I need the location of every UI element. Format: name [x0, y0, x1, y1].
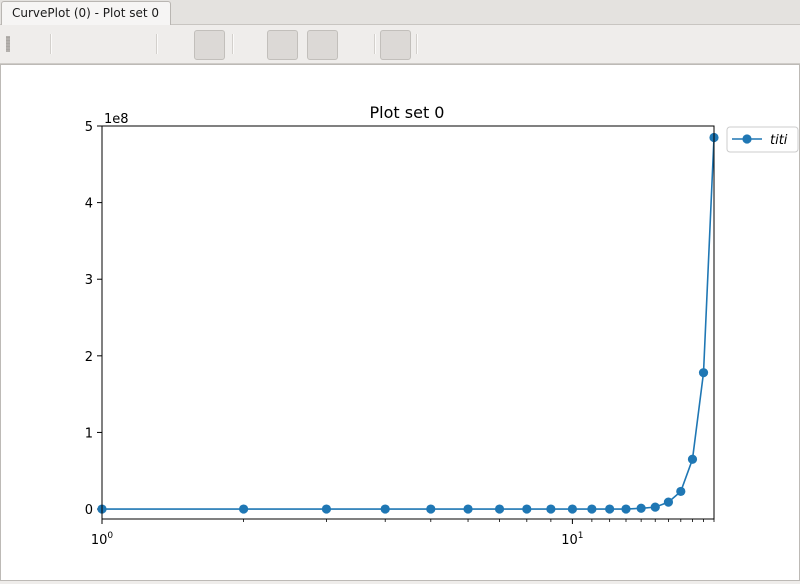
series-point-titi	[663, 497, 674, 507]
x-axis: 100 101	[91, 519, 715, 548]
series-point-titi	[687, 454, 698, 464]
toolbar-grip-handle[interactable]	[6, 36, 10, 52]
axes-frame	[101, 125, 715, 520]
x-tick-label: 101	[561, 531, 583, 548]
tab-curveplot[interactable]: CurvePlot (0) - Plot set 0	[1, 1, 171, 25]
curve-plot-chart: Plot set 0 1e8 100 101 0 1 2 3 4 5 titi	[85, 103, 799, 548]
legend: titi	[726, 126, 799, 153]
series-point-titi	[546, 504, 556, 514]
series-point-titi	[426, 504, 436, 514]
series-point-titi	[676, 486, 686, 497]
series-point-titi	[522, 504, 532, 514]
toolbar-separator	[416, 34, 418, 54]
series-point-titi	[698, 368, 709, 378]
toolbar-separator	[232, 34, 234, 54]
plot-canvas[interactable]: Plot set 0 1e8 100 101 0 1 2 3 4 5 titi	[1, 65, 799, 580]
plot-toolbar	[0, 25, 800, 64]
tab-bar: CurvePlot (0) - Plot set 0	[0, 0, 800, 25]
series-point-titi	[239, 504, 249, 514]
toolbar-separator	[50, 34, 52, 54]
y-tick-label: 1	[85, 426, 93, 441]
series-point-titi	[494, 504, 505, 514]
series-point-titi	[605, 504, 615, 514]
series-point-titi	[636, 503, 646, 513]
series-layer	[97, 132, 719, 514]
series-point-titi	[621, 504, 631, 514]
y-offset-label: 1e8	[104, 112, 129, 127]
y-tick-label: 5	[85, 120, 93, 135]
y-axis: 0 1 2 3 4 5	[85, 120, 102, 518]
toolbar-button-1[interactable]	[194, 30, 225, 60]
series-point-titi	[567, 504, 577, 514]
toolbar-separator	[156, 34, 158, 54]
y-tick-label: 2	[85, 350, 93, 365]
legend-marker	[742, 134, 752, 144]
toolbar-separator	[374, 34, 376, 54]
series-line-titi	[102, 137, 715, 510]
series-point-titi	[650, 502, 660, 512]
toolbar-button-4[interactable]	[380, 30, 411, 60]
y-tick-label: 3	[85, 273, 93, 288]
chart-title: Plot set 0	[370, 103, 445, 122]
legend-label: titi	[770, 133, 788, 148]
y-tick-label: 4	[85, 197, 93, 212]
series-point-titi	[463, 504, 473, 514]
series-point-titi	[321, 504, 332, 514]
y-tick-label: 0	[85, 503, 93, 518]
x-tick-label: 100	[91, 531, 114, 548]
series-point-titi	[380, 504, 390, 514]
toolbar-button-2[interactable]	[267, 30, 298, 60]
toolbar-button-3[interactable]	[307, 30, 338, 60]
series-point-titi	[587, 504, 597, 514]
